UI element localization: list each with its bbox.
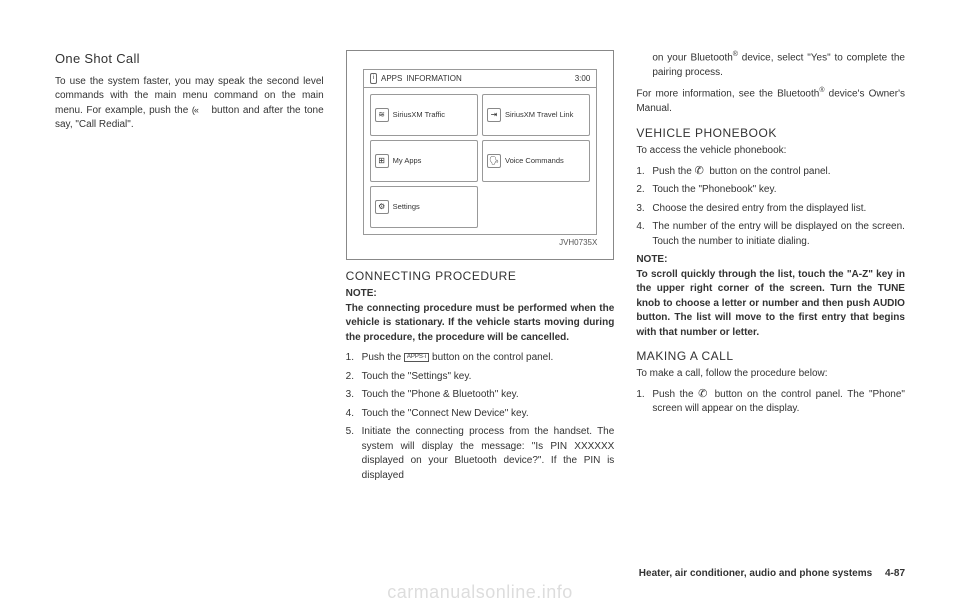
step-number: 3. bbox=[346, 388, 362, 403]
watermark: carmanualsonline.info bbox=[0, 582, 960, 603]
settings-gear-icon: ⚙ bbox=[375, 200, 389, 214]
step-text: Touch the "Phonebook" key. bbox=[652, 183, 905, 198]
phone-button-icon bbox=[695, 166, 707, 176]
step-number: 1. bbox=[346, 351, 362, 366]
list-item: 4. The number of the entry will be displ… bbox=[636, 220, 905, 249]
cell-label: My Apps bbox=[393, 157, 422, 165]
footer-page-number: 4-87 bbox=[885, 568, 905, 579]
figure-id: JVH0735X bbox=[363, 237, 598, 249]
step-text: Push the button on the control panel. Th… bbox=[652, 388, 905, 417]
voice-commands-icon: 🗣 bbox=[487, 154, 501, 168]
phonebook-intro: To access the vehicle phonebook: bbox=[636, 144, 905, 159]
screen-figure: i APPS INFORMATION 3:00 ≋ SiriusXM Traff… bbox=[346, 50, 615, 260]
traffic-icon: ≋ bbox=[375, 108, 389, 122]
screen-header-info: INFORMATION bbox=[406, 73, 461, 85]
step-number: 5. bbox=[346, 425, 362, 483]
step-text: Touch the "Settings" key. bbox=[362, 370, 615, 385]
page-content: One Shot Call To use the system faster, … bbox=[0, 0, 960, 560]
list-item: 1. Push the button on the control panel.… bbox=[636, 388, 905, 417]
note-label: NOTE: bbox=[636, 253, 905, 268]
step-number: 1. bbox=[636, 165, 652, 180]
cell-label: SiriusXM Travel Link bbox=[505, 111, 573, 119]
cell-label: Voice Commands bbox=[505, 157, 564, 165]
text-fragment: button on the control panel. bbox=[432, 352, 553, 363]
step-number: 2. bbox=[636, 183, 652, 198]
info-badge-icon: i bbox=[370, 73, 377, 84]
apps-button-icon: APPS·i bbox=[404, 353, 429, 362]
making-call-steps: 1. Push the button on the control panel.… bbox=[636, 388, 905, 417]
cell-empty bbox=[482, 186, 590, 228]
phone-button-icon bbox=[698, 389, 710, 399]
list-item: 3. Touch the "Phone & Bluetooth" key. bbox=[346, 388, 615, 403]
screen-header: i APPS INFORMATION 3:00 bbox=[364, 70, 597, 88]
cell-voice-commands: 🗣 Voice Commands bbox=[482, 140, 590, 182]
step-number: 4. bbox=[346, 407, 362, 422]
connecting-note-body: The connecting procedure must be perform… bbox=[346, 302, 615, 346]
list-item: 1. Push the APPS·i button on the control… bbox=[346, 351, 615, 366]
cell-siriusxm-traffic: ≋ SiriusXM Traffic bbox=[370, 94, 478, 136]
text-fragment: Push the bbox=[652, 389, 698, 400]
text-fragment: button on the control panel. bbox=[709, 166, 830, 177]
step-number: 1. bbox=[636, 388, 652, 417]
list-item: 3. Choose the desired entry from the dis… bbox=[636, 202, 905, 217]
footer-section: Heater, air conditioner, audio and phone… bbox=[639, 568, 872, 579]
one-shot-call-paragraph: To use the system faster, you may speak … bbox=[55, 75, 324, 133]
text-fragment: Push the bbox=[362, 352, 404, 363]
step-text: Choose the desired entry from the displa… bbox=[652, 202, 905, 217]
list-item: 1. Push the button on the control panel. bbox=[636, 165, 905, 180]
screen-header-apps: APPS bbox=[381, 73, 402, 85]
text-fragment: on your Bluetooth bbox=[652, 52, 732, 63]
text-fragment: Push the bbox=[652, 166, 694, 177]
connecting-steps: 1. Push the APPS·i button on the control… bbox=[346, 351, 615, 483]
travel-link-icon: ⇥ bbox=[487, 108, 501, 122]
list-item: 2. Touch the "Phonebook" key. bbox=[636, 183, 905, 198]
screen-outline: i APPS INFORMATION 3:00 ≋ SiriusXM Traff… bbox=[363, 69, 598, 235]
column-2: i APPS INFORMATION 3:00 ≋ SiriusXM Traff… bbox=[346, 50, 615, 483]
heading-making-a-call: MAKING A CALL bbox=[636, 348, 905, 365]
step-text: The number of the entry will be displaye… bbox=[652, 220, 905, 249]
step-number: 3. bbox=[636, 202, 652, 217]
cell-label: SiriusXM Traffic bbox=[393, 111, 445, 119]
cell-label: Settings bbox=[393, 203, 420, 211]
cell-siriusxm-travel: ⇥ SiriusXM Travel Link bbox=[482, 94, 590, 136]
heading-connecting-procedure: CONNECTING PROCEDURE bbox=[346, 268, 615, 285]
page-footer: Heater, air conditioner, audio and phone… bbox=[639, 568, 905, 579]
heading-one-shot-call: One Shot Call bbox=[55, 50, 324, 69]
list-item: 4. Touch the "Connect New Device" key. bbox=[346, 407, 615, 422]
phonebook-steps: 1. Push the button on the control panel.… bbox=[636, 165, 905, 250]
apps-grid-icon: ⊞ bbox=[375, 154, 389, 168]
step-number: 2. bbox=[346, 370, 362, 385]
section-one-shot-call: One Shot Call To use the system faster, … bbox=[55, 50, 324, 133]
text-fragment: For more information, see the Bluetooth bbox=[636, 89, 819, 100]
screen-grid: ≋ SiriusXM Traffic ⇥ SiriusXM Travel Lin… bbox=[364, 88, 597, 234]
making-call-intro: To make a call, follow the procedure bel… bbox=[636, 367, 905, 382]
note-label: NOTE: bbox=[346, 287, 615, 302]
cell-my-apps: ⊞ My Apps bbox=[370, 140, 478, 182]
column-3: on your Bluetooth® device, select "Yes" … bbox=[636, 50, 905, 417]
scroll-note-body: To scroll quickly through the list, touc… bbox=[636, 268, 905, 341]
screen-header-left: i APPS INFORMATION bbox=[370, 73, 462, 85]
heading-vehicle-phonebook: VEHICLE PHONEBOOK bbox=[636, 125, 905, 142]
step-text: Touch the "Connect New Device" key. bbox=[362, 407, 615, 422]
bluetooth-continuation: on your Bluetooth® device, select "Yes" … bbox=[636, 50, 905, 80]
screen-header-time: 3:00 bbox=[575, 73, 591, 85]
step-text: Push the button on the control panel. bbox=[652, 165, 905, 180]
step-text: Push the APPS·i button on the control pa… bbox=[362, 351, 615, 366]
list-item: 2. Touch the "Settings" key. bbox=[346, 370, 615, 385]
list-item: 5. Initiate the connecting process from … bbox=[346, 425, 615, 483]
more-info-paragraph: For more information, see the Bluetooth®… bbox=[636, 86, 905, 116]
voice-button-icon bbox=[192, 105, 208, 115]
step-text: Initiate the connecting process from the… bbox=[362, 425, 615, 483]
step-text: Touch the "Phone & Bluetooth" key. bbox=[362, 388, 615, 403]
step-number: 4. bbox=[636, 220, 652, 249]
cell-settings: ⚙ Settings bbox=[370, 186, 478, 228]
